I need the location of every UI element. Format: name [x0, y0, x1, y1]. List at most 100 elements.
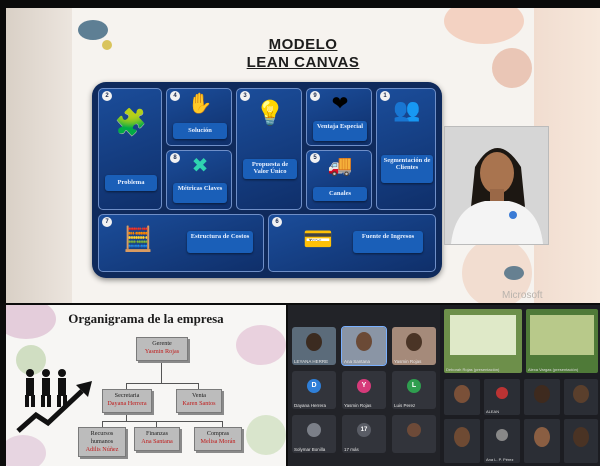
organigrama-title: Organigrama de la empresa [68, 311, 224, 326]
participant-tile[interactable]: L Luis Perez [392, 371, 436, 409]
heart-hand-icon: ❤ [331, 93, 349, 115]
mini-caption: Alexa Vargas (presentación) [528, 367, 579, 372]
participant-name: Luis Perez [394, 403, 416, 408]
org-role: Gerente [152, 340, 172, 347]
org-role: Venta [191, 392, 207, 399]
mini-screen-share[interactable]: Deborah Rojas (presentación) [444, 309, 522, 373]
avatar [407, 423, 421, 437]
more-count: 17 [357, 423, 371, 437]
presenter-figure [445, 127, 548, 244]
lightbulb-icon: 💡 [255, 100, 285, 127]
canvas-block-fuente-ingresos: 6 💳 Fuente de Ingresos [268, 214, 436, 272]
block-number: 9 [310, 91, 320, 101]
participant-video [534, 427, 550, 447]
mini-slide [530, 315, 594, 355]
delivery-truck-icon: 🚚 [327, 155, 353, 177]
participant-grid: LEYANA HERRE Ana Santana Yasmin Rojas D … [288, 305, 440, 466]
avatar [307, 423, 321, 437]
mini-participant[interactable] [524, 419, 560, 463]
presenter-webcam [444, 126, 549, 245]
mini-participant[interactable]: Ana L. P. Pérez [484, 419, 520, 463]
participant-name: Solymar Bonilla [294, 447, 326, 452]
mini-participant[interactable]: ALEAN [484, 379, 520, 415]
participant-name: Yasmin Rojas [344, 403, 372, 408]
canvas-block-problema: 2 🧩 Problema [98, 88, 162, 210]
mini-participant[interactable] [564, 419, 598, 463]
org-box-finanzas: Finanzas Ana Santana [134, 427, 180, 451]
block-label: Ventaja Especial [313, 121, 367, 141]
canvas-block-propuesta-valor: 3 💡 Propuesta de Valor Único [236, 88, 302, 210]
participant-name: 17 más [344, 447, 359, 452]
participant-tile[interactable]: Yasmin Rojas [392, 327, 436, 365]
participant-tile[interactable] [392, 415, 436, 453]
org-name: Karen Santos [182, 399, 216, 407]
team-growth-icon [16, 369, 92, 433]
block-number: 8 [170, 153, 180, 163]
other-meetings-panel: Deborah Rojas (presentación) Alexa Varga… [440, 305, 600, 466]
block-number: 6 [272, 217, 282, 227]
participant-name: Ana Santana [344, 359, 371, 364]
mini-participant[interactable] [444, 419, 480, 463]
org-box-secretaria: Secretaria Dayana Herrera [102, 389, 152, 413]
decor-flower [6, 435, 46, 466]
org-role: Compras [206, 430, 230, 437]
canvas-block-metricas: 8 ✖ Métricas Claves [166, 150, 232, 210]
participant-name: Ana L. P. Pérez [486, 457, 514, 462]
participant-tile[interactable]: D Dayana Herrera [292, 371, 336, 409]
participant-video [356, 332, 372, 351]
org-name: Ana Santana [141, 437, 173, 445]
mini-participant[interactable] [564, 379, 598, 415]
avatar [496, 429, 508, 441]
canvas-block-solucion: 4 ✋ Solución [166, 88, 232, 146]
screen-share-view: MODELO LEAN CANVAS 2 🧩 Problema 4 ✋ Solu… [0, 0, 600, 303]
participant-video [454, 385, 470, 403]
org-box-compras: Compras Melisa Morán [194, 427, 242, 451]
decor-leaf [246, 415, 286, 455]
mini-participant[interactable] [444, 379, 480, 415]
mini-screen-share[interactable]: Alexa Vargas (presentación) [526, 309, 598, 373]
canvas-block-canales: 5 🚚 Canales [306, 150, 372, 210]
shared-slide-frame: MODELO LEAN CANVAS 2 🧩 Problema 4 ✋ Solu… [6, 8, 600, 303]
participant-video [534, 385, 550, 403]
participant-name: Yasmin Rojas [394, 359, 422, 364]
org-connector [102, 421, 222, 422]
participant-tile[interactable]: Y Yasmin Rojas [342, 371, 386, 409]
org-role: Recursos humanos [90, 430, 114, 445]
participant-tile[interactable]: Ana Santana [341, 326, 387, 366]
people-group-icon: 👥 [393, 97, 421, 122]
watermark-text: Microsoft [502, 290, 543, 301]
participant-video [406, 333, 422, 351]
org-role: Secretaria [114, 392, 140, 399]
decor-blob [504, 266, 524, 280]
avatar [496, 387, 508, 399]
org-connector [161, 361, 162, 383]
block-number: 4 [170, 91, 180, 101]
participant-video [306, 333, 322, 351]
org-name: Yasmin Rojas [144, 347, 180, 355]
puzzle-hands-icon: 🧩 [114, 107, 148, 137]
canvas-block-ventaja-especial: 9 ❤ Ventaja Especial [306, 88, 372, 146]
org-box-rrhh: Recursos humanos Adilis Núñez [78, 427, 126, 457]
participant-tile[interactable]: Solymar Bonilla [292, 415, 336, 453]
org-connector [126, 413, 127, 421]
avatar: L [407, 379, 421, 393]
tools-icon: ✖ [191, 155, 209, 177]
mini-caption: Deborah Rojas (presentación) [446, 367, 500, 372]
participant-name: ALEAN [486, 409, 500, 414]
block-label: Fuente de Ingresos [353, 231, 423, 253]
mini-participant[interactable] [524, 379, 560, 415]
canvas-block-estructura-costos: 7 🧮 Estructura de Costos [98, 214, 264, 272]
block-label: Estructura de Costos [187, 231, 253, 253]
slide-title-line1: MODELO [268, 36, 338, 53]
org-connector [126, 383, 198, 384]
lean-canvas-board: 2 🧩 Problema 4 ✋ Solución 3 💡 Propuesta … [92, 82, 442, 278]
avatar: D [307, 379, 321, 393]
participant-tile[interactable]: LEYANA HERRE [292, 327, 336, 365]
block-number: 7 [102, 217, 112, 227]
more-participants-tile[interactable]: 17 17 más [342, 415, 386, 453]
org-name: Dayana Herrera [107, 399, 147, 407]
organigrama-slide: Organigrama de la empresa Gerente Yasmin… [6, 305, 286, 466]
block-label: Solución [173, 123, 227, 139]
participant-video [573, 385, 589, 403]
block-label: Segmentación de Clientes [381, 155, 433, 183]
